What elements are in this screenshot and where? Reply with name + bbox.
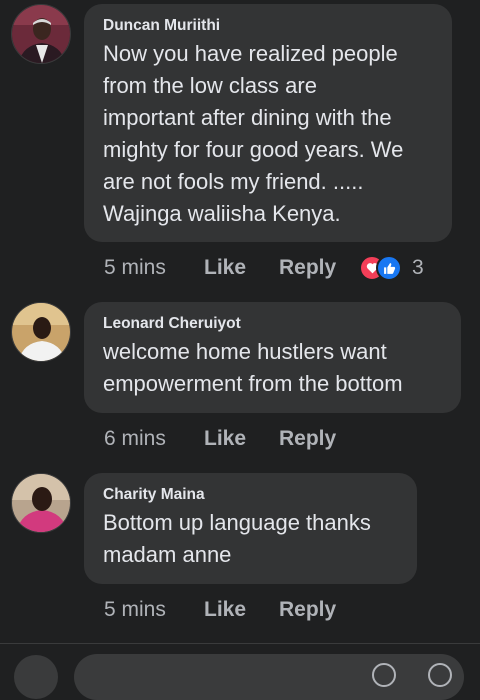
avatar[interactable]: [11, 302, 71, 362]
comment-input[interactable]: [74, 654, 464, 700]
reply-button[interactable]: Reply: [279, 598, 359, 622]
thumbs-up-icon: [376, 255, 402, 281]
emoji-icon[interactable]: [428, 663, 452, 687]
comment-author[interactable]: Duncan Muriithi: [103, 16, 434, 36]
reply-button[interactable]: Reply: [279, 256, 359, 280]
comment-actions: 6 mins Like Reply: [104, 424, 359, 454]
avatar[interactable]: [11, 4, 71, 64]
comment-timestamp[interactable]: 6 mins: [104, 427, 204, 451]
reactions-summary[interactable]: 3: [359, 255, 424, 281]
like-button[interactable]: Like: [204, 427, 279, 451]
reaction-count: 3: [412, 256, 424, 279]
comment-text: Bottom up language thanks madam anne: [103, 510, 371, 567]
like-button[interactable]: Like: [204, 598, 279, 622]
comment-text: Now you have realized people from the lo…: [103, 41, 404, 226]
camera-icon[interactable]: [372, 663, 396, 687]
divider: [0, 643, 480, 644]
composer-avatar: [14, 655, 58, 699]
comment-text: welcome home hustlers want empowerment f…: [103, 339, 403, 396]
comment-actions: 5 mins Like Reply: [104, 595, 359, 625]
comment-bubble: Duncan Muriithi Now you have realized pe…: [84, 4, 452, 242]
comment-timestamp[interactable]: 5 mins: [104, 256, 204, 280]
comment-actions: 5 mins Like Reply 3: [104, 253, 424, 283]
comment-timestamp[interactable]: 5 mins: [104, 598, 204, 622]
reply-button[interactable]: Reply: [279, 427, 359, 451]
comment-author[interactable]: Charity Maina: [103, 485, 399, 505]
avatar[interactable]: [11, 473, 71, 533]
comment-bubble: Leonard Cheruiyot welcome home hustlers …: [84, 302, 461, 413]
comment-bubble: Charity Maina Bottom up language thanks …: [84, 473, 417, 584]
comment-author[interactable]: Leonard Cheruiyot: [103, 314, 443, 334]
like-button[interactable]: Like: [204, 256, 279, 280]
